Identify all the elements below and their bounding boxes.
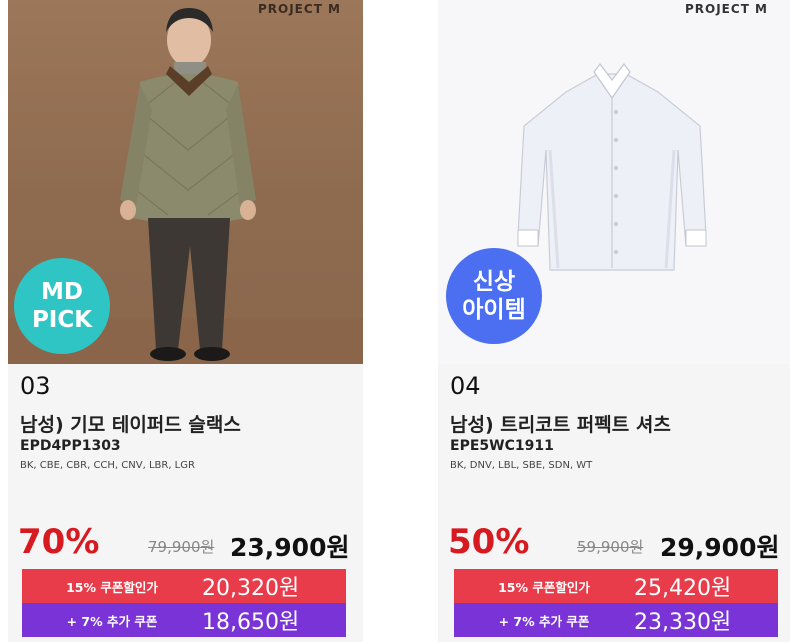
md-pick-badge: MD PICK xyxy=(14,258,110,354)
badge-line2: 아이템 xyxy=(462,297,526,323)
extra-coupon-price: 18,650원 xyxy=(202,610,300,635)
product-code: EPD4PP1303 xyxy=(20,438,121,454)
product-name[interactable]: 남성) 트리코트 퍼펙트 셔츠 xyxy=(450,410,671,437)
coupon-label: 15% 쿠폰할인가 xyxy=(66,579,158,595)
sale-price: 29,900원 xyxy=(660,533,780,562)
extra-coupon-label: + 7% 추가 쿠폰 xyxy=(66,613,158,629)
extra-coupon-price: 23,330원 xyxy=(634,610,732,635)
product-card-03[interactable]: PROJECT M MD PICK 03 남성) 기모 테이퍼드 슬랙스 EPD… xyxy=(8,0,363,642)
discount-rate: 50% xyxy=(448,522,530,562)
badge-line2: PICK xyxy=(31,307,93,333)
color-options: BK, CBE, CBR, CCH, CNV, LBR, LGR xyxy=(20,460,195,471)
coupon-price: 25,420원 xyxy=(634,576,732,601)
sale-price: 23,900원 xyxy=(230,533,350,562)
coupon-price: 20,320원 xyxy=(202,576,300,601)
discount-rate: 70% xyxy=(18,522,100,562)
product-name[interactable]: 남성) 기모 테이퍼드 슬랙스 xyxy=(20,410,241,437)
badge-line1: 신상 xyxy=(472,269,516,295)
coupon-price-row[interactable]: 15% 쿠폰할인가 20,320원 xyxy=(22,569,346,603)
product-card-04[interactable]: PROJECT M 신상 아이템 04 남성) 트리코트 퍼펙트 셔츠 EPE5… xyxy=(438,0,790,642)
extra-coupon-label: + 7% 추가 쿠폰 xyxy=(498,613,590,629)
new-item-badge: 신상 아이템 xyxy=(446,248,542,344)
brand-logo: PROJECT M xyxy=(684,2,768,16)
original-price: 79,900원 xyxy=(148,538,215,556)
original-price: 59,900원 xyxy=(577,538,644,556)
color-options: BK, DNV, LBL, SBE, SDN, WT xyxy=(450,460,593,471)
extra-coupon-row[interactable]: + 7% 추가 쿠폰 23,330원 xyxy=(454,603,778,637)
coupon-price-row[interactable]: 15% 쿠폰할인가 25,420원 xyxy=(454,569,778,603)
product-image-shirt[interactable]: PROJECT M 신상 아이템 xyxy=(438,0,790,364)
coupon-label: 15% 쿠폰할인가 xyxy=(498,579,590,595)
extra-coupon-row[interactable]: + 7% 추가 쿠폰 18,650원 xyxy=(22,603,346,637)
product-image-jacket-model[interactable]: PROJECT M MD PICK xyxy=(8,0,363,364)
brand-logo: PROJECT M xyxy=(257,2,341,16)
product-code: EPE5WC1911 xyxy=(450,438,554,454)
product-number: 03 xyxy=(20,372,51,400)
product-number: 04 xyxy=(450,372,481,400)
badge-line1: MD xyxy=(41,279,83,305)
